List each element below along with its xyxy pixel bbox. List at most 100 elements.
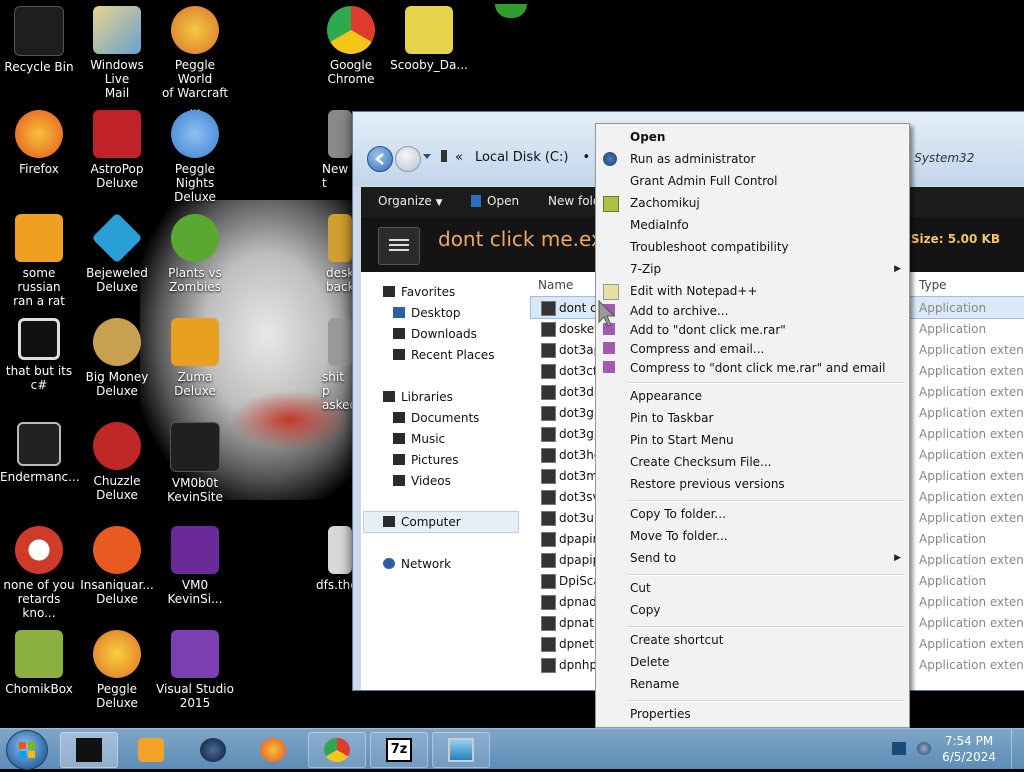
menu-item-delete[interactable]: Delete: [630, 655, 669, 669]
taskbar-7zip-button[interactable]: 7z: [370, 732, 428, 768]
archive-icon: [405, 6, 453, 54]
nav-desktop[interactable]: Desktop: [393, 306, 461, 320]
desktop-icon-vm0b0t-kevinsite[interactable]: VM0b0t KevinSite: [156, 422, 234, 504]
taskbar-explorer-button[interactable]: [60, 732, 118, 768]
taskbar-app-button[interactable]: [184, 732, 242, 768]
menu-item-properties[interactable]: Properties: [630, 707, 691, 721]
volume-tray-icon[interactable]: [917, 742, 931, 755]
file-icon: [541, 364, 556, 379]
desktop-icon-vm0-kevinsi[interactable]: VM0 KevinSi...: [156, 526, 234, 606]
organize-button[interactable]: Organize ▼: [378, 194, 443, 208]
show-desktop-button[interactable]: [1011, 729, 1024, 769]
desktop-icon-chomikbox[interactable]: ChomikBox: [0, 630, 78, 696]
menu-item-cut[interactable]: Cut: [630, 581, 651, 595]
file-icon: [541, 343, 556, 358]
menu-item-rename[interactable]: Rename: [630, 677, 679, 691]
recent-pages-icon[interactable]: [423, 154, 431, 159]
open-button[interactable]: Open: [471, 194, 519, 208]
menu-item-compress-rar-email[interactable]: Compress to "dont click me.rar" and emai…: [630, 361, 885, 375]
taskbar-control-panel-button[interactable]: [432, 732, 490, 768]
desktop-icon-endermanc[interactable]: Endermanc...: [0, 422, 80, 484]
desktop-icon-desk-background[interactable]: desk backgr: [312, 214, 368, 294]
forward-button[interactable]: [395, 146, 421, 172]
desktop-icon-peggle-nights[interactable]: Peggle Nights Deluxe: [156, 110, 234, 204]
menu-item-checksum[interactable]: Create Checksum File...: [630, 455, 772, 469]
desktop-icon-that-but-csharp[interactable]: that but its c#: [0, 318, 78, 392]
new-folder-button[interactable]: New fold: [548, 194, 601, 208]
column-name[interactable]: Name: [538, 278, 573, 292]
nav-pictures[interactable]: Pictures: [393, 453, 459, 467]
menu-item-7zip[interactable]: 7-Zip: [630, 262, 661, 276]
desktop-icon-peggle-deluxe[interactable]: Peggle Deluxe: [78, 630, 156, 710]
taskbar-firefox-button[interactable]: [244, 732, 302, 768]
menu-item-copy[interactable]: Copy: [630, 603, 660, 617]
network-tray-icon[interactable]: [892, 742, 906, 755]
game-icon: [93, 318, 141, 366]
taskbar-media-player-button[interactable]: [122, 732, 180, 768]
desktop-icon-zuma[interactable]: Zuma Deluxe: [156, 318, 234, 398]
nav-label: Network: [401, 557, 452, 571]
shield-icon: [603, 152, 617, 166]
menu-item-add-rar[interactable]: Add to "dont click me.rar": [630, 323, 786, 337]
desktop-icon-google-chrome[interactable]: Google Chrome: [312, 6, 390, 86]
nav-videos[interactable]: Videos: [393, 474, 451, 488]
menu-item-copy-to[interactable]: Copy To folder...: [630, 507, 726, 521]
nav-network[interactable]: Network: [383, 557, 451, 571]
menu-item-appearance[interactable]: Appearance: [630, 389, 702, 403]
menu-item-restore[interactable]: Restore previous versions: [630, 477, 785, 491]
desktop-icon-insaniquarium[interactable]: Insaniquar... Deluxe: [78, 526, 156, 606]
desktop-icon-label: desk backgr: [326, 266, 368, 294]
star-icon: [383, 286, 395, 297]
menu-item-send-to[interactable]: Send to: [630, 551, 676, 565]
desktop-icon-big-money[interactable]: Big Money Deluxe: [78, 318, 156, 398]
desktop-icon-new[interactable]: New t: [312, 110, 352, 190]
file-icon: [328, 318, 352, 366]
desktop-icon-peggle-wow[interactable]: Peggle World of Warcraft ...: [156, 6, 234, 114]
nav-computer[interactable]: Computer: [383, 515, 461, 529]
desktop-icon-plants-vs-zombies[interactable]: Plants vs Zombies: [156, 214, 234, 294]
desktop-icon-scooby[interactable]: Scooby_Da...: [390, 6, 468, 72]
nav-favorites[interactable]: Favorites: [383, 285, 455, 299]
taskbar-clock[interactable]: 7:54 PM 6/5/2024: [942, 733, 996, 765]
menu-item-open[interactable]: Open: [630, 130, 665, 144]
menu-item-zachomikuj[interactable]: Zachomikuj: [630, 196, 700, 210]
menu-item-move-to[interactable]: Move To folder...: [630, 529, 728, 543]
nav-recent-places[interactable]: Recent Places: [393, 348, 494, 362]
peggle-icon: [93, 630, 141, 678]
nav-libraries[interactable]: Libraries: [383, 390, 453, 404]
file-icon: [541, 301, 556, 316]
desktop-icon-none-of-you[interactable]: none of you retards kno...: [0, 526, 78, 620]
menu-item-create-shortcut[interactable]: Create shortcut: [630, 633, 723, 647]
nav-downloads[interactable]: Downloads: [393, 327, 477, 341]
menu-item-compress-email[interactable]: Compress and email...: [630, 342, 764, 356]
desktop-icon-windows-live-mail[interactable]: Windows Live Mail: [78, 6, 156, 100]
desktop-icon-visual-studio-2015[interactable]: Visual Studio 2015: [156, 630, 234, 710]
desktop-icon-recycle-bin[interactable]: Recycle Bin: [0, 6, 78, 74]
desktop-icon-shit-p-asked[interactable]: shit p asked: [312, 318, 357, 412]
submenu-arrow-icon: ▶: [894, 553, 901, 563]
hamster-icon: [603, 196, 619, 212]
back-button[interactable]: [367, 146, 393, 172]
menu-item-add-archive[interactable]: Add to archive...: [630, 304, 728, 318]
menu-item-grant-admin[interactable]: Grant Admin Full Control: [630, 174, 777, 188]
start-button[interactable]: [6, 730, 48, 770]
gem-icon: [91, 212, 143, 264]
menu-item-troubleshoot[interactable]: Troubleshoot compatibility: [630, 240, 789, 254]
menu-item-edit-notepad[interactable]: Edit with Notepad++: [630, 284, 757, 298]
desktop-icon-russian-rat[interactable]: some russian ran a rat: [0, 214, 78, 308]
menu-item-pin-start[interactable]: Pin to Start Menu: [630, 433, 734, 447]
desktop-icon-astropop[interactable]: AstroPop Deluxe: [78, 110, 156, 190]
menu-item-run-as-admin[interactable]: Run as administrator: [630, 152, 755, 166]
desktop-icon-bejeweled[interactable]: Bejeweled Deluxe: [78, 212, 156, 294]
column-type[interactable]: Type: [919, 278, 947, 292]
winrar-icon: [603, 342, 615, 354]
taskbar-chrome-button[interactable]: [308, 732, 366, 768]
firefox-icon: [15, 110, 63, 158]
nav-music[interactable]: Music: [393, 432, 445, 446]
menu-item-mediainfo[interactable]: MediaInfo: [630, 218, 689, 232]
nav-documents[interactable]: Documents: [393, 411, 479, 425]
desktop-icon-firefox[interactable]: Firefox: [0, 110, 78, 176]
desktop-icon-chuzzle[interactable]: Chuzzle Deluxe: [78, 422, 156, 502]
desktop-icon-dfs-the[interactable]: dfs.the: [312, 526, 358, 592]
menu-item-pin-taskbar[interactable]: Pin to Taskbar: [630, 411, 713, 425]
